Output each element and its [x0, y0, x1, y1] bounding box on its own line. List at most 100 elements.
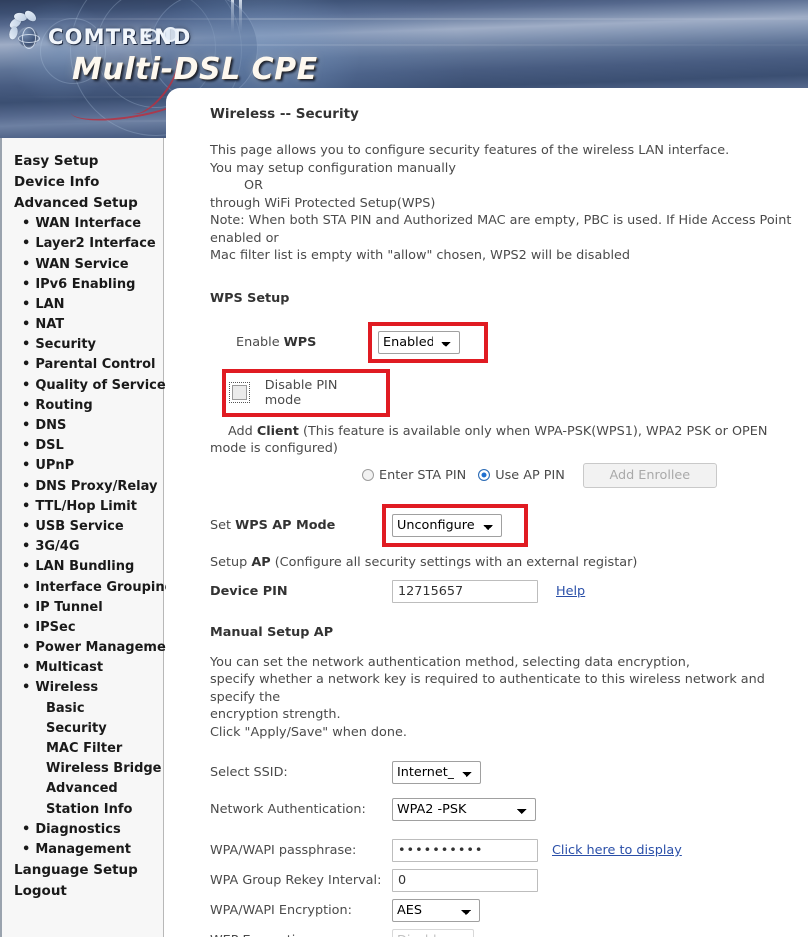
sidebar-item-basic[interactable]: Basic	[2, 698, 163, 718]
sidebar-item-logout[interactable]: Logout	[2, 881, 163, 902]
sidebar-item-ipv6-enabling[interactable]: IPv6 Enabling	[2, 274, 163, 294]
wps-ap-mode-label: Set WPS AP Mode	[210, 517, 336, 533]
select-ssid-dropdown[interactable]: Internet_C4	[392, 761, 481, 784]
enable-wps-select[interactable]: Enabled	[378, 330, 460, 354]
device-pin-label: Device PIN	[210, 583, 288, 599]
enable-wps-label: Enable WPS	[236, 334, 317, 350]
sidebar-item-label: WAN Interface	[35, 216, 142, 232]
setup-ap-note: Setup AP (Configure all security setting…	[210, 554, 638, 570]
device-pin-help-link[interactable]: Help	[556, 584, 585, 599]
sidebar-item-label: Logout	[14, 883, 67, 900]
sidebar-item-lan[interactable]: LAN	[2, 294, 163, 314]
sidebar-item-label: Quality of Service	[35, 377, 166, 393]
sidebar-item-label: TTL/Hop Limit	[35, 498, 137, 514]
sidebar-item-label: Wireless	[35, 680, 99, 696]
wpa-passphrase-label: WPA/WAPI passphrase:	[210, 843, 357, 858]
sidebar-item-label: MAC Filter	[46, 741, 123, 757]
wps-ap-mode-select[interactable]: Unconfigured	[392, 513, 502, 537]
sidebar-item-multicast[interactable]: Multicast	[2, 658, 163, 678]
sidebar-item-security[interactable]: Security	[2, 335, 163, 355]
sidebar-item-label: Management	[35, 841, 132, 857]
sidebar-item-lan-bundling[interactable]: LAN Bundling	[2, 557, 163, 577]
manual-desc-line-3: encryption strength.	[210, 707, 341, 722]
manual-setup-heading: Manual Setup AP	[210, 624, 334, 640]
page-description: This page allows you to configure securi…	[210, 142, 792, 265]
sidebar-item-label: DNS Proxy/Relay	[35, 478, 158, 494]
wpa-encryption-label: WPA/WAPI Encryption:	[210, 903, 352, 918]
radio-enter-sta-pin[interactable]	[362, 469, 374, 481]
show-passphrase-link[interactable]: Click here to display	[552, 843, 682, 858]
sidebar-item-label: Advanced	[46, 781, 118, 797]
sidebar-item-nat[interactable]: NAT	[2, 315, 163, 335]
sidebar-item-label: Interface Grouping	[35, 579, 174, 595]
enable-wps-highlight: Enabled	[368, 321, 488, 363]
sidebar-item-advanced[interactable]: Advanced	[2, 779, 163, 799]
sidebar-item-label: Diagnostics	[35, 821, 121, 837]
sidebar-item-wan-interface[interactable]: WAN Interface	[2, 214, 163, 234]
disable-pin-mode-label: Disable PIN mode	[264, 377, 338, 408]
sidebar-item-management[interactable]: Management	[2, 839, 163, 859]
sidebar-item-wireless[interactable]: Wireless	[2, 678, 163, 698]
sidebar-item-device-info[interactable]: Device Info	[2, 171, 163, 192]
sidebar-item-language-setup[interactable]: Language Setup	[2, 860, 163, 881]
wpa-passphrase-input[interactable]	[392, 839, 538, 862]
sidebar-item-interface-grouping[interactable]: Interface Grouping	[2, 577, 174, 597]
device-pin-input[interactable]	[392, 579, 538, 603]
sidebar-item-label: Layer2 Interface	[35, 236, 156, 252]
manual-desc-line-4: Click "Apply/Save" when done.	[210, 724, 407, 740]
sidebar-item-usb-service[interactable]: USB Service	[2, 516, 163, 536]
sidebar-item-label: NAT	[35, 317, 65, 333]
sidebar-item-label: UPnP	[35, 458, 75, 474]
sidebar-item-dns[interactable]: DNS	[2, 415, 163, 435]
sidebar-item-wan-service[interactable]: WAN Service	[2, 254, 163, 274]
sidebar-item-diagnostics[interactable]: Diagnostics	[2, 819, 163, 839]
sidebar-item-security[interactable]: Security	[2, 718, 163, 738]
wep-encryption-dropdown[interactable]: Disabled	[392, 929, 474, 937]
wpa-encryption-dropdown[interactable]: AES	[392, 899, 480, 922]
intro-line-2: You may setup configuration manually	[210, 160, 456, 176]
sidebar-item-upnp[interactable]: UPnP	[2, 456, 163, 476]
brand-dot-filled	[163, 27, 178, 42]
sidebar-item-label: IPv6 Enabling	[35, 276, 136, 292]
add-client-note: Add Client (This feature is available on…	[210, 423, 768, 456]
intro-line-1: This page allows you to configure securi…	[210, 143, 730, 158]
device-model-title: Multi-DSL CPE	[72, 52, 318, 87]
sidebar-item-3g-4g[interactable]: 3G/4G	[2, 537, 163, 557]
intro-line-3: OR	[244, 178, 263, 193]
page-title: Wireless -- Security	[210, 106, 359, 122]
sidebar-item-wireless-bridge[interactable]: Wireless Bridge	[2, 759, 163, 779]
wps-ap-mode-highlight: Unconfigured	[382, 503, 528, 547]
sidebar-nav: Easy Setup Device Info Advanced Setup WAN I…	[0, 138, 181, 937]
sidebar-item-quality-of-service[interactable]: Quality of Service	[2, 375, 166, 395]
sidebar-item-mac-filter[interactable]: MAC Filter	[2, 738, 163, 758]
main-content-panel: Wireless -- Security This page allows yo…	[166, 88, 808, 937]
sidebar-item-ipsec[interactable]: IPSec	[2, 617, 163, 637]
sidebar-item-ip-tunnel[interactable]: IP Tunnel	[2, 597, 163, 617]
sidebar-item-ttl-hop-limit[interactable]: TTL/Hop Limit	[2, 496, 163, 516]
sidebar-item-label: 3G/4G	[35, 539, 80, 555]
disable-pin-mode-checkbox[interactable]	[229, 382, 250, 403]
sidebar-item-advanced-setup[interactable]: Advanced Setup	[2, 192, 163, 213]
add-enrollee-button[interactable]: Add Enrollee	[582, 462, 717, 488]
sidebar-item-label: Security	[35, 337, 97, 353]
sidebar-item-dns-proxy-relay[interactable]: DNS Proxy/Relay	[2, 476, 163, 496]
sidebar-item-label: LAN Bundling	[35, 559, 135, 575]
sidebar-item-easy-setup[interactable]: Easy Setup	[2, 150, 163, 171]
sidebar-item-label: Routing	[35, 397, 93, 413]
sidebar-item-station-info[interactable]: Station Info	[2, 799, 163, 819]
sidebar-item-label: IPSec	[35, 619, 76, 635]
sidebar-item-label: LAN	[35, 296, 65, 312]
sidebar-item-label: DSL	[35, 438, 64, 454]
radio-use-ap-pin[interactable]	[478, 469, 491, 481]
network-auth-dropdown[interactable]: WPA2 -PSK	[392, 798, 536, 821]
rekey-interval-input[interactable]	[392, 869, 538, 892]
sidebar-item-parental-control[interactable]: Parental Control	[2, 355, 163, 375]
sidebar-item-power-management[interactable]: Power Management	[2, 638, 181, 658]
sidebar-item-label: Multicast	[35, 660, 104, 676]
comtrend-logo-icon	[7, 8, 45, 53]
sidebar-item-label: USB Service	[35, 518, 124, 534]
sidebar-item-label: Advanced Setup	[14, 194, 138, 211]
sidebar-item-routing[interactable]: Routing	[2, 395, 163, 415]
sidebar-item-layer2-interface[interactable]: Layer2 Interface	[2, 234, 163, 254]
sidebar-item-dsl[interactable]: DSL	[2, 436, 163, 456]
